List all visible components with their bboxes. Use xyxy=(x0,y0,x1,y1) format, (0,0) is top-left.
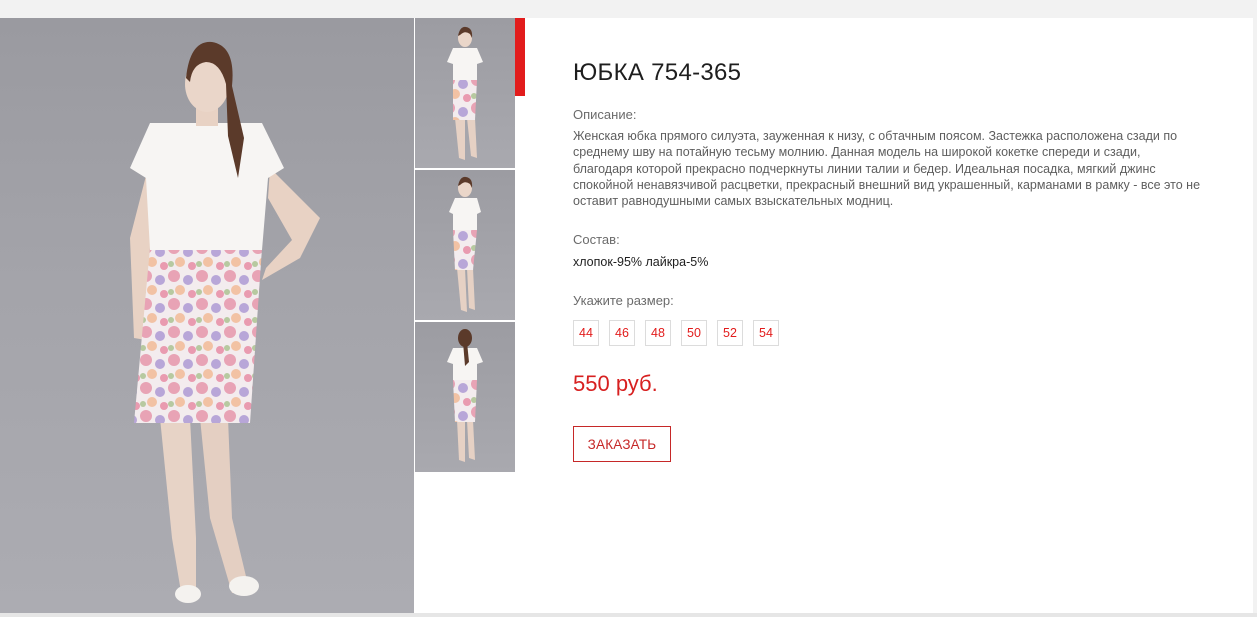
thumbnail-gallery xyxy=(414,18,515,473)
main-product-photo[interactable] xyxy=(0,18,414,613)
thumbnail-front[interactable] xyxy=(415,18,515,168)
size-option-52[interactable]: 52 xyxy=(717,320,743,346)
description-label: Описание: xyxy=(573,107,637,122)
product-composition: хлопок-95% лайкра-5% xyxy=(573,255,709,269)
product-card: ЮБКА 754-365 Описание: Женская юбка прям… xyxy=(0,18,1253,613)
size-label: Укажите размер: xyxy=(573,293,674,308)
product-description: Женская юбка прямого силуэта, зауженная … xyxy=(573,129,1201,209)
product-price: 550 руб. xyxy=(573,371,658,396)
order-button[interactable]: ЗАКАЗАТЬ xyxy=(573,426,671,462)
model-figure-thumb-side xyxy=(449,176,481,312)
size-option-44[interactable]: 44 xyxy=(573,320,599,346)
composition-label: Состав: xyxy=(573,232,620,247)
model-figure-thumb-back xyxy=(447,329,483,462)
size-option-54[interactable]: 54 xyxy=(753,320,779,346)
size-option-46[interactable]: 46 xyxy=(609,320,635,346)
thumbnail-back[interactable] xyxy=(415,322,515,472)
model-figure-main xyxy=(130,41,320,603)
active-thumbnail-marker xyxy=(515,18,525,96)
page-bottom-strip xyxy=(0,613,1257,617)
size-option-48[interactable]: 48 xyxy=(645,320,671,346)
model-figure-thumb-front xyxy=(447,26,483,160)
thumbnail-side[interactable] xyxy=(415,170,515,320)
size-option-50[interactable]: 50 xyxy=(681,320,707,346)
product-title: ЮБКА 754-365 xyxy=(573,59,742,86)
size-selector: 44 46 48 50 52 54 xyxy=(573,320,779,346)
page-top-strip xyxy=(0,0,1257,18)
